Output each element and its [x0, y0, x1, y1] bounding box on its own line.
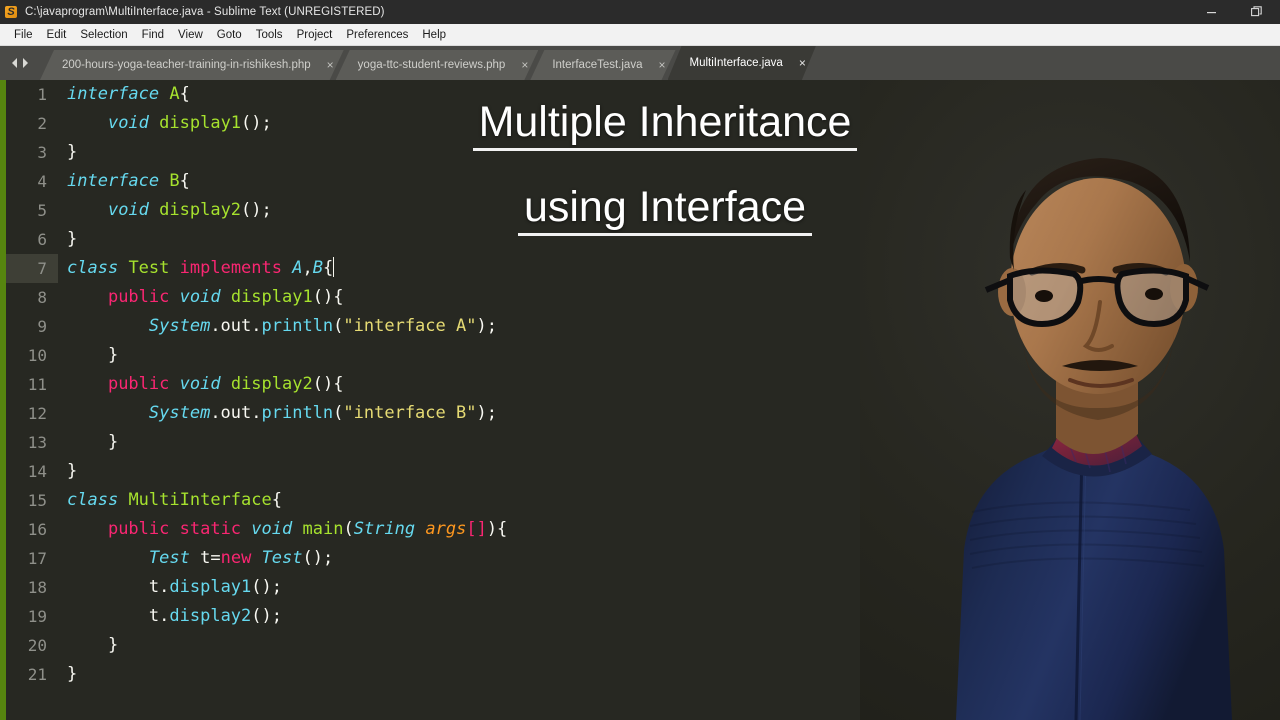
- line-number: 18: [27, 578, 47, 597]
- line-number: 8: [37, 288, 47, 307]
- code-line-text[interactable]: void display1();: [58, 109, 272, 138]
- code-line-text[interactable]: }: [58, 457, 77, 486]
- code-line-text[interactable]: System.out.println("interface B");: [58, 399, 497, 428]
- chevron-right-icon[interactable]: [21, 57, 30, 69]
- line-number: 14: [27, 462, 47, 481]
- minimize-button[interactable]: [1188, 0, 1234, 24]
- code-line-text[interactable]: }: [58, 341, 118, 370]
- code-line-text[interactable]: public void display1(){: [58, 283, 343, 312]
- code-line-text[interactable]: }: [58, 631, 118, 660]
- tab-interface-test-java[interactable]: InterfaceTest.java ×: [530, 50, 675, 80]
- line-number: 3: [37, 143, 47, 162]
- text-caret: [333, 257, 335, 277]
- app-icon-glyph: S: [5, 6, 17, 18]
- menu-item-tools[interactable]: Tools: [249, 27, 290, 43]
- code-line-text[interactable]: t.display1();: [58, 573, 282, 602]
- code-line-text[interactable]: }: [58, 225, 77, 254]
- line-number: 12: [27, 404, 47, 423]
- tab-label: yoga-ttc-student-reviews.php: [357, 59, 506, 71]
- menu-bar: File Edit Selection Find View Goto Tools…: [0, 24, 1280, 46]
- menu-item-help[interactable]: Help: [415, 27, 453, 43]
- menu-item-preferences[interactable]: Preferences: [339, 27, 415, 43]
- line-number: 10: [27, 346, 47, 365]
- tab-close-icon[interactable]: ×: [799, 57, 806, 69]
- code-line-text[interactable]: class MultiInterface{: [58, 486, 282, 515]
- line-number: 15: [27, 491, 47, 510]
- code-line-text[interactable]: public void display2(){: [58, 370, 343, 399]
- line-number: 2: [37, 114, 47, 133]
- code-line-text[interactable]: interface A{: [58, 80, 190, 109]
- tab-scroll-controls: [0, 46, 40, 80]
- tab-label: 200-hours-yoga-teacher-training-in-rishi…: [62, 59, 311, 71]
- tab-yoga-teacher-training[interactable]: 200-hours-yoga-teacher-training-in-rishi…: [40, 50, 344, 80]
- code-line-text[interactable]: void display2();: [58, 196, 272, 225]
- line-number: 16: [27, 520, 47, 539]
- code-line-text[interactable]: t.display2();: [58, 602, 282, 631]
- code-line-text[interactable]: }: [58, 428, 118, 457]
- line-number: 9: [37, 317, 47, 336]
- tab-yoga-ttc-student-reviews[interactable]: yoga-ttc-student-reviews.php ×: [336, 50, 539, 80]
- sublime-text-icon: S: [4, 5, 18, 19]
- tab-label: InterfaceTest.java: [552, 59, 643, 71]
- line-number: 19: [27, 607, 47, 626]
- code-line-text[interactable]: interface B{: [58, 167, 190, 196]
- line-number: 6: [37, 230, 47, 249]
- code-line-text[interactable]: System.out.println("interface A");: [58, 312, 497, 341]
- code-line-text[interactable]: }: [58, 660, 77, 689]
- window-title: C:\javaprogram\MultiInterface.java - Sub…: [25, 6, 385, 18]
- code-line-text[interactable]: }: [58, 138, 77, 167]
- menu-item-selection[interactable]: Selection: [73, 27, 134, 43]
- line-number: 21: [27, 665, 47, 684]
- line-number: 5: [37, 201, 47, 220]
- chevron-left-icon[interactable]: [10, 57, 19, 69]
- line-number: 4: [37, 172, 47, 191]
- menu-item-file[interactable]: File: [7, 27, 40, 43]
- tab-label: MultiInterface.java: [689, 57, 783, 69]
- tab-multi-interface-java[interactable]: MultiInterface.java ×: [668, 46, 816, 80]
- menu-item-edit[interactable]: Edit: [40, 27, 74, 43]
- code-line-text[interactable]: class Test implements A,B{: [58, 254, 335, 283]
- line-number: 20: [27, 636, 47, 655]
- menu-item-goto[interactable]: Goto: [210, 27, 249, 43]
- restore-button[interactable]: [1234, 0, 1280, 24]
- window-title-bar: S C:\javaprogram\MultiInterface.java - S…: [0, 0, 1280, 24]
- line-number: 17: [27, 549, 47, 568]
- tab-close-icon[interactable]: ×: [327, 59, 334, 71]
- menu-item-project[interactable]: Project: [290, 27, 340, 43]
- line-number: 7: [6, 254, 58, 283]
- video-title-overlay: Multiple Inheritance using Interface: [405, 99, 925, 237]
- overlay-title-line1: Multiple Inheritance: [472, 99, 858, 152]
- line-number: 1: [37, 85, 47, 104]
- overlay-title-line2: using Interface: [517, 185, 813, 237]
- tab-close-icon[interactable]: ×: [521, 59, 528, 71]
- tab-bar: 200-hours-yoga-teacher-training-in-rishi…: [0, 46, 1280, 80]
- line-number: 13: [27, 433, 47, 452]
- code-line-text[interactable]: Test t=new Test();: [58, 544, 333, 573]
- menu-item-find[interactable]: Find: [135, 27, 171, 43]
- menu-item-view[interactable]: View: [171, 27, 210, 43]
- line-number: 11: [27, 375, 47, 394]
- window-controls: [1188, 0, 1280, 24]
- tab-close-icon[interactable]: ×: [658, 59, 665, 71]
- code-line-text[interactable]: public static void main(String args[]){: [58, 515, 507, 544]
